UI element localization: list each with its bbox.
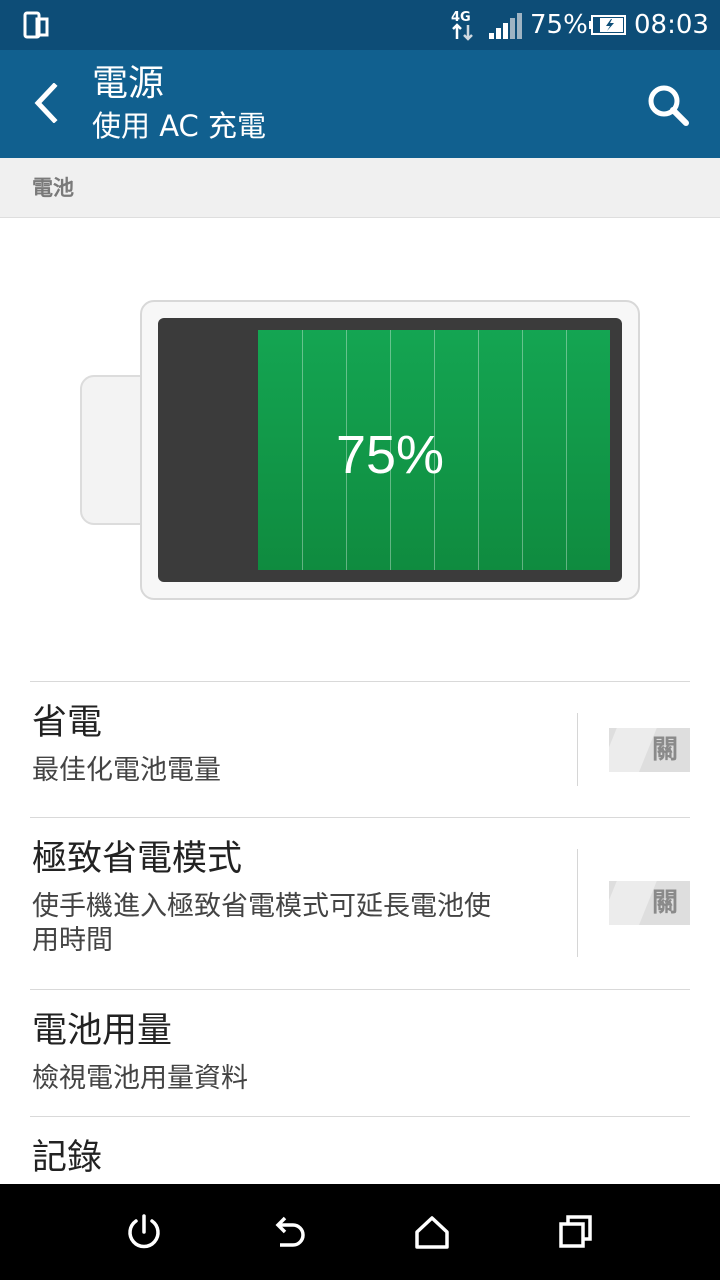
setting-subtitle-line1: 使手機進入極致省電模式可延長電池使	[32, 891, 491, 922]
setting-row-battery-usage[interactable]: 電池用量 檢視電池用量資料	[0, 990, 720, 1116]
row-separator	[577, 713, 578, 786]
setting-subtitle-line2: 用時間	[32, 925, 113, 956]
network-4g-icon: 4G	[450, 8, 476, 46]
search-icon	[648, 85, 689, 126]
toggle-state-label: 關	[651, 735, 678, 765]
setting-subtitle: 最佳化電池電量	[32, 755, 221, 786]
setting-subtitle: 檢視電池用量資料	[32, 1063, 248, 1094]
battery-charging-icon	[589, 14, 627, 40]
power-icon	[128, 1214, 160, 1249]
back-arrow-icon	[275, 1216, 305, 1247]
section-header-battery: 電池	[0, 158, 720, 218]
recents-icon	[559, 1215, 592, 1248]
battery-percent-text: 75%	[530, 10, 588, 40]
battery-level-fill: 75%	[258, 330, 610, 570]
setting-row-extreme-power-saver[interactable]: 極致省電模式 使手機進入極致省電模式可延長電池使 用時間 關	[0, 818, 720, 989]
battery-segment-line	[522, 330, 523, 570]
setting-title: 省電	[32, 703, 103, 743]
battery-level-text: 75%	[335, 425, 445, 485]
row-separator	[577, 849, 578, 957]
power-saver-toggle[interactable]: 關	[609, 728, 690, 772]
signal-icon	[488, 13, 522, 43]
svg-text:4G: 4G	[451, 10, 471, 25]
home-button[interactable]	[404, 1204, 460, 1260]
setting-title: 極致省電模式	[32, 839, 243, 879]
battery-segment-line	[566, 330, 567, 570]
app-bar: 電源 使用 AC 充電	[0, 50, 720, 158]
status-bar: 4G 75% 08:03	[0, 0, 720, 50]
setting-title: 電池用量	[32, 1011, 173, 1051]
back-button[interactable]	[22, 78, 72, 128]
back-nav-button[interactable]	[260, 1204, 316, 1260]
clock-text: 08:03	[634, 10, 709, 40]
battery-illustration: 75%	[80, 300, 640, 600]
home-icon	[415, 1216, 449, 1249]
search-button[interactable]	[640, 80, 696, 130]
extreme-power-saver-toggle[interactable]: 關	[609, 881, 690, 925]
back-icon	[34, 83, 58, 123]
toggle-thumb	[609, 881, 657, 925]
setting-row-power-saver[interactable]: 省電 最佳化電池電量 關	[0, 682, 720, 817]
navigation-bar	[0, 1184, 720, 1280]
power-button[interactable]	[116, 1204, 172, 1260]
toggle-state-label: 關	[651, 888, 678, 918]
setting-title: 記錄	[32, 1138, 103, 1178]
section-header-label: 電池	[32, 176, 74, 200]
recents-button[interactable]	[548, 1204, 604, 1260]
page-title: 電源	[92, 63, 165, 104]
page-subtitle: 使用 AC 充電	[92, 109, 267, 143]
setting-row-log[interactable]: 記錄	[0, 1117, 720, 1184]
toggle-thumb	[609, 728, 657, 772]
phone-mode-icon	[22, 11, 50, 43]
battery-well: 75%	[158, 318, 622, 582]
